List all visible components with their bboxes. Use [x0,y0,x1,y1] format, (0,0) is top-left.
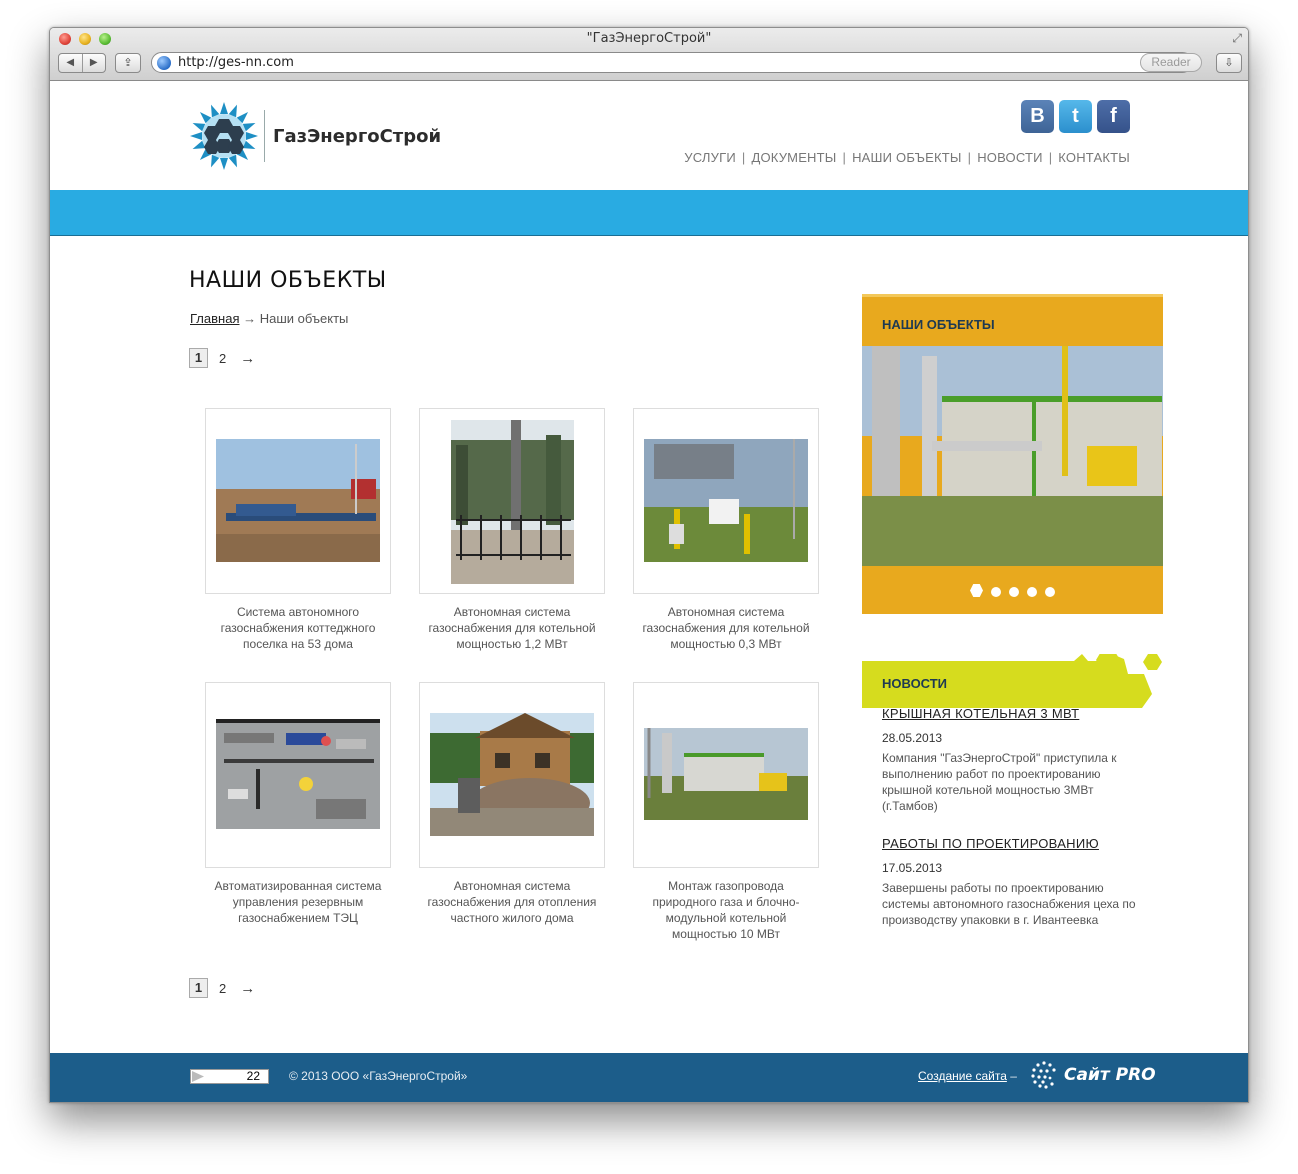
news-text: Компания "ГазЭнергоСтрой" приступила к в… [882,751,1117,813]
news-title: НОВОСТИ [882,676,948,691]
twitter-icon[interactable]: t [1059,100,1092,133]
news-heading-link[interactable]: КРЫШНАЯ КОТЕЛЬНАЯ 3 МВТ [882,706,1142,721]
breadcrumb-current: Наши объекты [259,311,349,326]
breadcrumb-arrow: → [243,311,257,326]
nav-link-services[interactable]: УСЛУГИ [684,150,736,165]
fullscreen-icon[interactable]: ⤢ [1232,31,1242,46]
saitpro-text: Сайт PRO [1064,1065,1156,1085]
site-footer: 22 © 2013 ООО «ГазЭнергоСтрой» Создание … [50,1053,1248,1102]
object-photo-forest[interactable] [451,420,574,584]
window-title: "ГазЭнергоСтрой" [586,31,712,46]
site-credit: Создание сайта – [918,1069,1017,1083]
back-button[interactable]: ◀ [59,54,83,72]
nav-link-objects[interactable]: НАШИ ОБЪЕКТЫ [852,150,962,165]
nav-separator: | [842,150,847,165]
slider-dot[interactable] [1009,587,1019,597]
pager-page-2[interactable]: 2 [219,981,226,996]
news-text: Завершены работы по проектированию систе… [882,881,1136,927]
vk-icon[interactable]: B [1021,100,1054,133]
objects-slider-box: НАШИ ОБЪЕКТЫ [862,294,1163,614]
nav-separator: | [967,150,972,165]
pager-current-page: 1 [189,348,208,368]
share-button[interactable]: ⇪ [115,53,141,73]
forward-button[interactable]: ▶ [83,54,106,72]
pager-next-arrow[interactable]: → [240,980,255,997]
nav-separator: | [741,150,746,165]
web-page: ГазЭнергоСтрой B t f УСЛУГИ | ДОКУМЕНТЫ | НА… [50,82,1248,1102]
browser-toolbar: "ГазЭнергоСтрой" ⤢ ◀ ▶ ⇪ http://ges-nn.c… [50,28,1248,81]
pager-next-arrow[interactable]: → [240,350,255,367]
object-thumbnail-frame[interactable] [419,682,605,868]
nav-link-contacts[interactable]: КОНТАКТЫ [1058,150,1130,165]
object-caption[interactable]: Монтаж газопровода природного газа и бло… [633,878,819,942]
news-item: РАБОТЫ ПО ПРОЕКТИРОВАНИЮ 17.05.2013 Заве… [882,836,1142,928]
breadcrumb-home-link[interactable]: Главная [190,311,239,326]
slider-photo[interactable] [862,346,1163,566]
object-photo-village[interactable] [216,439,380,562]
logo-text: ГазЭнергоСтрой [273,125,442,147]
address-bar[interactable]: http://ges-nn.com ↻ [151,52,1193,73]
news-date: 17.05.2013 [882,861,943,875]
top-navigation: УСЛУГИ | ДОКУМЕНТЫ | НАШИ ОБЪЕКТЫ | НОВОСТИ | КО… [684,150,1130,165]
news-heading-link[interactable]: РАБОТЫ ПО ПРОЕКТИРОВАНИЮ [882,836,1142,851]
object-thumbnail-frame[interactable] [633,408,819,594]
object-card[interactable]: Автоматизированная система управления ре… [205,682,391,926]
object-photo-station[interactable] [644,439,808,562]
object-thumbnail-frame[interactable] [633,682,819,868]
visit-counter[interactable]: 22 [190,1069,269,1084]
object-caption[interactable]: Автономная система газоснабжения для ото… [419,878,605,926]
downloads-button[interactable]: ⇩ [1216,53,1242,73]
object-photo-boiler[interactable] [644,728,808,820]
news-header: НОВОСТИ [862,654,1163,708]
reader-button[interactable]: Reader [1140,53,1202,72]
slider-dot[interactable] [1045,587,1055,597]
saitpro-logo[interactable]: Сайт PRO [1029,1059,1156,1091]
copyright-text: © 2013 ООО «ГазЭнергоСтрой» [289,1069,468,1083]
object-photo-house[interactable] [430,713,594,836]
object-thumbnail-frame[interactable] [205,408,391,594]
object-card[interactable]: Система автономного газоснабжения коттед… [205,408,391,652]
nav-link-documents[interactable]: ДОКУМЕНТЫ [751,150,836,165]
slider-dot[interactable] [1027,587,1037,597]
logo-flower-icon [190,102,258,170]
site-credit-link[interactable]: Создание сайта [918,1069,1007,1083]
pager-current-page: 1 [189,978,208,998]
slider-dot[interactable] [970,584,983,597]
slider-dot[interactable] [991,587,1001,597]
object-caption[interactable]: Автономная система газоснабжения для кот… [419,604,605,652]
breadcrumb: Главная → Наши объекты [190,311,348,326]
object-card[interactable]: Монтаж газопровода природного газа и бло… [633,682,819,942]
object-photo-scada[interactable] [216,719,380,829]
history-buttons: ◀ ▶ [58,53,106,73]
object-card[interactable]: Автономная система газоснабжения для кот… [419,408,605,652]
facebook-icon[interactable]: f [1097,100,1130,133]
page-title: НАШИ ОБЪЕКТЫ [189,268,387,293]
site-logo[interactable]: ГазЭнергоСтрой [190,100,441,172]
news-item: КРЫШНАЯ КОТЕЛЬНАЯ 3 МВТ 28.05.2013 Компа… [882,706,1142,814]
url-text[interactable]: http://ges-nn.com [178,55,294,70]
nav-link-news[interactable]: НОВОСТИ [977,150,1043,165]
object-thumbnail-frame[interactable] [205,682,391,868]
counter-arrow-icon [192,1071,204,1082]
object-card[interactable]: Автономная система газоснабжения для ото… [419,682,605,926]
browser-window: "ГазЭнергоСтрой" ⤢ ◀ ▶ ⇪ http://ges-nn.c… [49,27,1249,1103]
object-thumbnail-frame[interactable] [419,408,605,594]
news-date: 28.05.2013 [882,731,943,745]
sidebar-objects-title: НАШИ ОБЪЕКТЫ [882,317,995,332]
credit-dash: – [1006,1069,1017,1083]
nav-separator: | [1048,150,1053,165]
globe-icon [157,56,171,70]
saitpro-globe-icon [1031,1061,1056,1089]
object-card[interactable]: Автономная система газоснабжения для кот… [633,408,819,652]
pagination-bottom: 1 2 → [189,978,255,998]
header-band [50,190,1248,236]
pagination-top: 1 2 → [189,348,255,368]
object-caption[interactable]: Автоматизированная система управления ре… [205,878,391,926]
pager-page-2[interactable]: 2 [219,351,226,366]
object-caption[interactable]: Система автономного газоснабжения коттед… [205,604,391,652]
object-caption[interactable]: Автономная система газоснабжения для кот… [633,604,819,652]
logo-divider [264,110,265,162]
counter-value: 22 [246,1069,260,1083]
slider-pagination [862,584,1163,602]
